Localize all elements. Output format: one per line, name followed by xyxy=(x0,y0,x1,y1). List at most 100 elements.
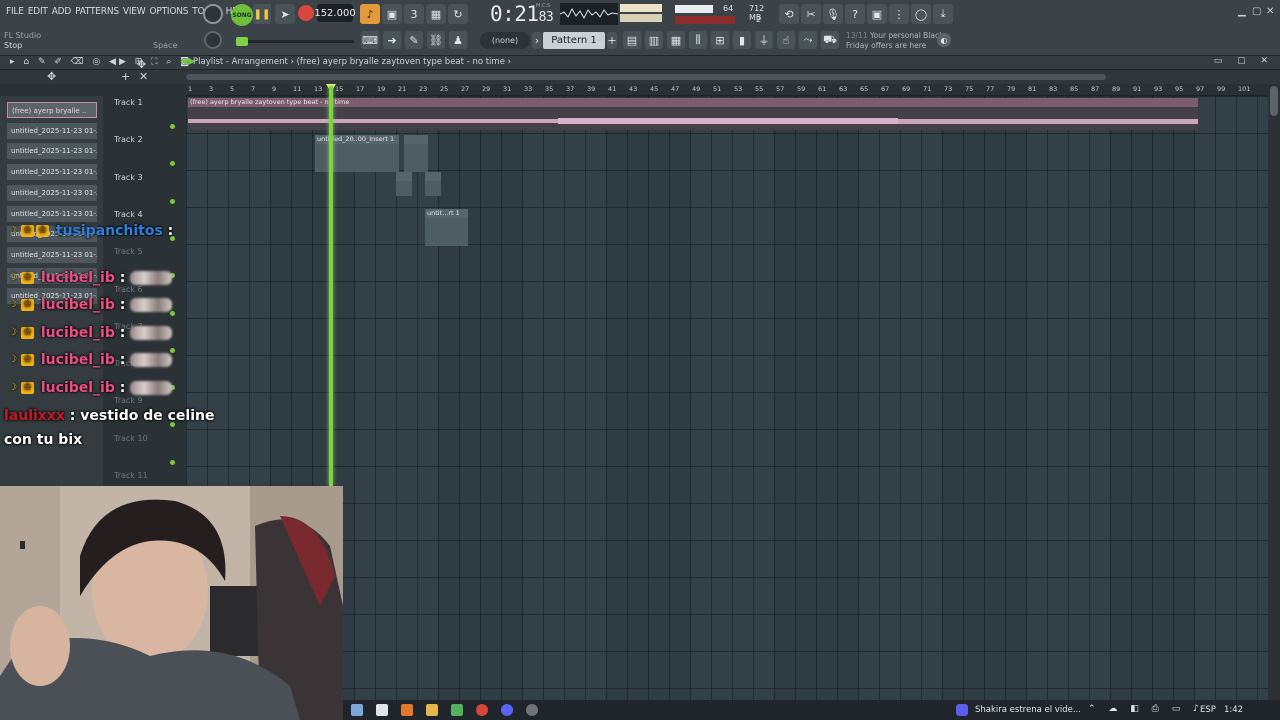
app-icon-store[interactable] xyxy=(451,704,463,716)
obs-icon[interactable] xyxy=(526,704,538,716)
timeline-ruler[interactable]: 1 3 5 7 9 11 13 15 17 19 21 23 25 27 29 31 33 35 37 39 41 43 4… xyxy=(186,84,1266,96)
menu-file[interactable]: FILE xyxy=(4,6,26,17)
tempo-display[interactable]: 152.000 xyxy=(314,4,356,22)
help-button[interactable]: ? xyxy=(845,4,865,24)
menu-view[interactable]: VIEW xyxy=(121,6,148,17)
save-button[interactable]: ▣ xyxy=(867,4,887,24)
playhead[interactable] xyxy=(329,86,333,486)
vertical-scroll-thumb[interactable] xyxy=(1270,86,1278,116)
folder-icon[interactable] xyxy=(426,704,438,716)
track-mute-led[interactable] xyxy=(170,161,175,167)
picker-item-pattern[interactable]: untitled_2025-11-23 01-.. xyxy=(7,143,97,160)
menu-add[interactable]: ADD xyxy=(50,6,73,17)
taskbar-clock[interactable]: 1:42 xyxy=(1224,705,1243,715)
master-volume-knob[interactable] xyxy=(203,4,223,24)
close-track-icon[interactable]: ✕ xyxy=(139,70,148,83)
master-slider-track[interactable] xyxy=(236,40,354,43)
channel-rack-button[interactable]: ▦ xyxy=(667,31,685,49)
shop-button[interactable]: ⛟ xyxy=(821,31,839,49)
picker-item-pattern[interactable]: untitled_2025-11-23 01-.. xyxy=(7,122,97,139)
add-pattern-button[interactable]: + xyxy=(607,32,617,49)
mixer-view-button[interactable]: ⫼ xyxy=(689,31,707,49)
chat-button[interactable]: ◯ xyxy=(911,4,931,24)
playlist-window-controls[interactable]: ▭ ▢ ✕ xyxy=(1214,56,1274,66)
news-icon[interactable] xyxy=(956,704,968,716)
horizontal-scrollbar[interactable] xyxy=(186,74,1106,80)
link-button[interactable]: ⛓ xyxy=(427,31,445,49)
picker-item-pattern[interactable]: untitled_2025-11-23 01-.. xyxy=(7,246,97,263)
track-mute-led[interactable] xyxy=(170,198,175,204)
song-mode-button[interactable]: SONG xyxy=(231,4,253,26)
undo-button[interactable]: ⟲ xyxy=(779,4,799,24)
pattern-clip-track4[interactable]: untit...rt 1 xyxy=(425,209,468,246)
pattern-prev-button[interactable]: › xyxy=(532,32,542,49)
project-button[interactable]: ▮ xyxy=(733,31,751,49)
playlist-tools[interactable]: ▸ ⌂ ✎ ✐ ⌫ ◎ ◀▶ ⊞ ⛶ ⌕ ◙ xyxy=(10,57,192,67)
move-icon[interactable]: ✥ xyxy=(47,70,56,83)
zoom-icon[interactable]: ✥ xyxy=(137,58,146,71)
playlist-button[interactable]: ▤ xyxy=(623,31,641,49)
menu-options[interactable]: OPTIONS xyxy=(147,6,190,17)
snap-selector[interactable]: (none) xyxy=(480,32,530,49)
menu-edit[interactable]: EDIT xyxy=(26,6,50,17)
picker-item-pattern[interactable]: untitled_2025-11-23 01-.. xyxy=(7,164,97,181)
cpu-memory-panel[interactable]: 64 712 MB 2 xyxy=(675,3,775,25)
menu-patterns[interactable]: PATTERNS xyxy=(73,6,121,17)
vertical-scrollbar[interactable] xyxy=(1268,84,1280,700)
promo-news[interactable]: 13/11 Your personal Black Friday offers … xyxy=(846,31,943,51)
touch-button[interactable]: ☝ xyxy=(777,31,795,49)
track-mute-led[interactable] xyxy=(170,124,175,129)
system-tray-icons[interactable]: ⌃ ☁ ◧ ⎙ ▭ ♪ xyxy=(1088,704,1204,714)
oscilloscope[interactable] xyxy=(559,3,619,25)
step-edit-button[interactable]: ▦ xyxy=(426,4,446,24)
track-header[interactable]: Track 10 xyxy=(111,432,181,469)
cut-button[interactable]: ✂ xyxy=(801,4,821,24)
language-indicator[interactable]: ESP xyxy=(1200,705,1216,715)
audio-input-button[interactable]: 🎙 xyxy=(823,4,843,24)
promo-refresh-button[interactable]: ◐ xyxy=(937,33,951,47)
close-button[interactable]: ✕ xyxy=(1266,6,1274,17)
minimize-button[interactable]: ▁ xyxy=(1238,6,1246,17)
chrome-icon[interactable] xyxy=(476,704,488,716)
browser-button[interactable]: ⊞ xyxy=(711,31,729,49)
track-header[interactable]: Track 3 xyxy=(111,171,181,208)
fl-studio-icon[interactable] xyxy=(401,704,413,716)
record-button[interactable] xyxy=(298,5,314,21)
master-slider-handle[interactable] xyxy=(236,37,248,46)
wait-input-button[interactable]: ▣ xyxy=(382,4,402,24)
mixer-button[interactable]: ⋮ xyxy=(889,4,909,24)
track-header[interactable]: Track 1 xyxy=(111,96,181,133)
maximize-button[interactable]: ▢ xyxy=(1252,6,1261,17)
countdown-button[interactable]: 3 xyxy=(404,4,424,24)
audio-clip-beat[interactable]: (free) ayerp bryalle zaytoven type beat … xyxy=(188,98,1198,130)
pattern-clip-track3-b[interactable] xyxy=(425,172,441,196)
routing-button[interactable]: ⤳ xyxy=(799,31,817,49)
loop-record-button[interactable]: ↻ xyxy=(448,4,468,24)
draw-tool-button[interactable]: ✎ xyxy=(405,31,423,49)
discord-icon[interactable] xyxy=(501,704,513,716)
pattern-selector[interactable]: Pattern 1 xyxy=(543,32,605,49)
master-pitch-knob[interactable] xyxy=(204,31,222,49)
snap-button[interactable]: ⌨ xyxy=(361,31,379,49)
track-mute-led[interactable] xyxy=(170,459,175,465)
picker-item-pattern[interactable]: untitled_2025-11-23 01-.. xyxy=(7,205,97,222)
news-ticker[interactable]: Shakira estrena el vide... xyxy=(975,705,1081,715)
piano-roll-button[interactable]: ▥ xyxy=(645,31,663,49)
add-track-icon[interactable]: + xyxy=(121,70,130,83)
stamp-button[interactable]: ♟ xyxy=(449,31,467,49)
arrangement-grid[interactable] xyxy=(186,96,1268,700)
slide-button[interactable]: ➜ xyxy=(383,31,401,49)
app-icon-tablet[interactable] xyxy=(351,704,363,716)
pattern-clip-track3-a[interactable] xyxy=(396,172,412,196)
plugin-button[interactable]: ⏚ xyxy=(755,31,773,49)
picker-item-audio[interactable]: (free) ayerp bryalle .. xyxy=(7,102,97,118)
pattern-clip-small[interactable] xyxy=(404,135,428,172)
pattern-clip-insert[interactable]: untitled_20..00_Insert 1 xyxy=(315,135,399,172)
track-header[interactable]: Track 2 xyxy=(111,133,181,171)
download-button[interactable]: ⤓ xyxy=(933,4,953,24)
pause-button[interactable]: ❚❚ xyxy=(253,4,271,24)
stop-button[interactable]: ➤ xyxy=(275,4,295,24)
app-icon-taskview[interactable] xyxy=(376,704,388,716)
metronome-button[interactable]: ♪ xyxy=(360,4,380,24)
picker-item-pattern[interactable]: untitled_2025-11-23 01-.. xyxy=(7,184,97,201)
